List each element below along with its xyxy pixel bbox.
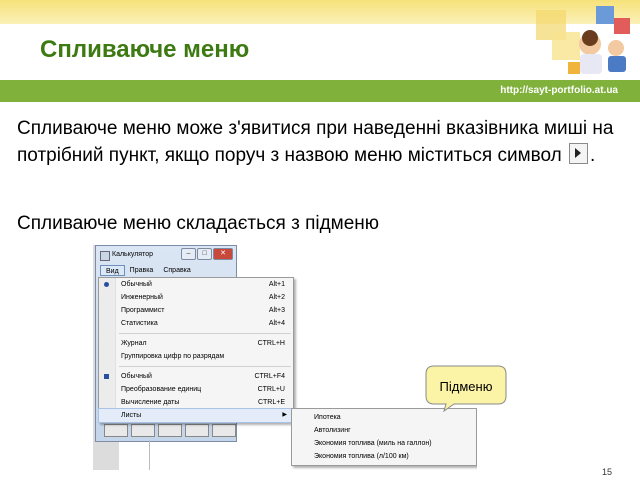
- menu-item-label: Листы: [121, 412, 142, 419]
- maximize-button[interactable]: □: [197, 248, 212, 260]
- menu-item-standard[interactable]: Обычный Alt+1: [99, 278, 293, 291]
- submenu-item-label: Экономия топлива (миль на галлон): [314, 440, 432, 447]
- window-controls: – □ ✕: [181, 248, 233, 260]
- menu-item-label: Преобразование единиц: [121, 386, 202, 393]
- submenu-callout-label: Підменю: [439, 379, 493, 394]
- menu-item-label: Обычный: [121, 281, 152, 288]
- menu-item-shortcut: CTRL+H: [257, 340, 285, 347]
- close-button[interactable]: ✕: [213, 248, 233, 260]
- menu-help[interactable]: Справка: [158, 265, 195, 276]
- submenu-item-fuel-mpg[interactable]: Экономия топлива (миль на галлон): [292, 437, 476, 450]
- menu-item-label: Журнал: [121, 340, 147, 347]
- slide-title: Спливаюче меню: [40, 36, 250, 63]
- submenu-item-vehicle-lease[interactable]: Автолизинг: [292, 424, 476, 437]
- menu-item-label: Статистика: [121, 320, 158, 327]
- menu-item-statistics[interactable]: Статистика Alt+4: [99, 317, 293, 330]
- menu-item-worksheets[interactable]: Листы ▶: [98, 408, 294, 423]
- menu-item-shortcut: Alt+2: [268, 294, 285, 301]
- menu-item-digit-grouping[interactable]: Группировка цифр по разрядам: [99, 350, 293, 363]
- menu-item-scientific[interactable]: Инженерный Alt+2: [99, 291, 293, 304]
- submenu-item-mortgage[interactable]: Ипотека: [292, 411, 476, 424]
- menu-item-shortcut: Alt+3: [268, 307, 285, 314]
- divider: [149, 440, 150, 470]
- menu-item-programmer[interactable]: Программист Alt+3: [99, 304, 293, 317]
- menu-item-basic[interactable]: Обычный CTRL+F4: [99, 370, 293, 383]
- menu-item-label: Группировка цифр по разрядам: [121, 353, 225, 360]
- submenu-item-label: Автолизинг: [314, 427, 351, 434]
- radio-selected-icon: [104, 282, 109, 287]
- paragraph-popup-intro: Спливаюче меню може з'явитися при наведе…: [17, 115, 617, 169]
- menu-item-label: Инженерный: [121, 294, 163, 301]
- calculator-app-icon: [100, 251, 110, 261]
- calc-key[interactable]: [104, 424, 128, 437]
- submenu-item-label: Экономия топлива (л/100 км): [314, 453, 409, 460]
- menu-separator: [119, 333, 291, 334]
- minimize-button[interactable]: –: [181, 248, 196, 260]
- paragraph1-end: .: [590, 145, 596, 166]
- worksheets-submenu: Ипотека Автолизинг Экономия топлива (мил…: [291, 408, 477, 466]
- checkbox-selected-icon: [104, 374, 109, 379]
- menu-item-unit-conversion[interactable]: Преобразование единиц CTRL+U: [99, 383, 293, 396]
- menu-item-date-calculation[interactable]: Вычисление даты CTRL+E: [99, 396, 293, 409]
- menu-item-shortcut: CTRL+E: [257, 399, 285, 406]
- calculator-menubar: Вид Правка Справка: [100, 265, 196, 276]
- view-menu-dropdown: Обычный Alt+1 Инженерный Alt+2 Программи…: [98, 277, 294, 423]
- menu-separator: [119, 366, 291, 367]
- site-url[interactable]: http://sayt-portfolio.at.ua: [500, 85, 618, 96]
- menu-item-label: Вычисление даты: [121, 399, 180, 406]
- submenu-arrow-icon: ▶: [282, 412, 287, 418]
- puzzle-kids-illustration: [536, 6, 630, 74]
- menu-item-shortcut: Alt+4: [268, 320, 285, 327]
- calculator-screenshot: Калькулятор – □ ✕ Вид Правка Справка Обы…: [93, 245, 477, 470]
- menu-item-shortcut: CTRL+F4: [254, 373, 285, 380]
- calc-key[interactable]: [185, 424, 209, 437]
- menu-item-shortcut: Alt+1: [268, 281, 285, 288]
- submenu-item-label: Ипотека: [314, 414, 341, 421]
- window-title: Калькулятор: [112, 251, 153, 258]
- calculator-buttons-row: [104, 424, 236, 437]
- calc-key[interactable]: [158, 424, 182, 437]
- menu-edit[interactable]: Правка: [125, 265, 159, 276]
- slide-number: 15: [601, 467, 612, 477]
- menu-item-label: Обычный: [121, 373, 152, 380]
- menu-item-label: Программист: [121, 307, 165, 314]
- menu-item-shortcut: CTRL+U: [257, 386, 285, 393]
- paragraph-submenu: Спливаюче меню складається з підменю: [17, 213, 380, 234]
- menu-view[interactable]: Вид: [100, 265, 125, 276]
- calc-key[interactable]: [212, 424, 236, 437]
- paragraph1-text: Спливаюче меню може з'явитися при наведе…: [17, 118, 614, 166]
- menu-item-history[interactable]: Журнал CTRL+H: [99, 337, 293, 350]
- submenu-item-fuel-l100km[interactable]: Экономия топлива (л/100 км): [292, 450, 476, 463]
- submenu-arrow-icon: [569, 143, 589, 164]
- calc-key[interactable]: [131, 424, 155, 437]
